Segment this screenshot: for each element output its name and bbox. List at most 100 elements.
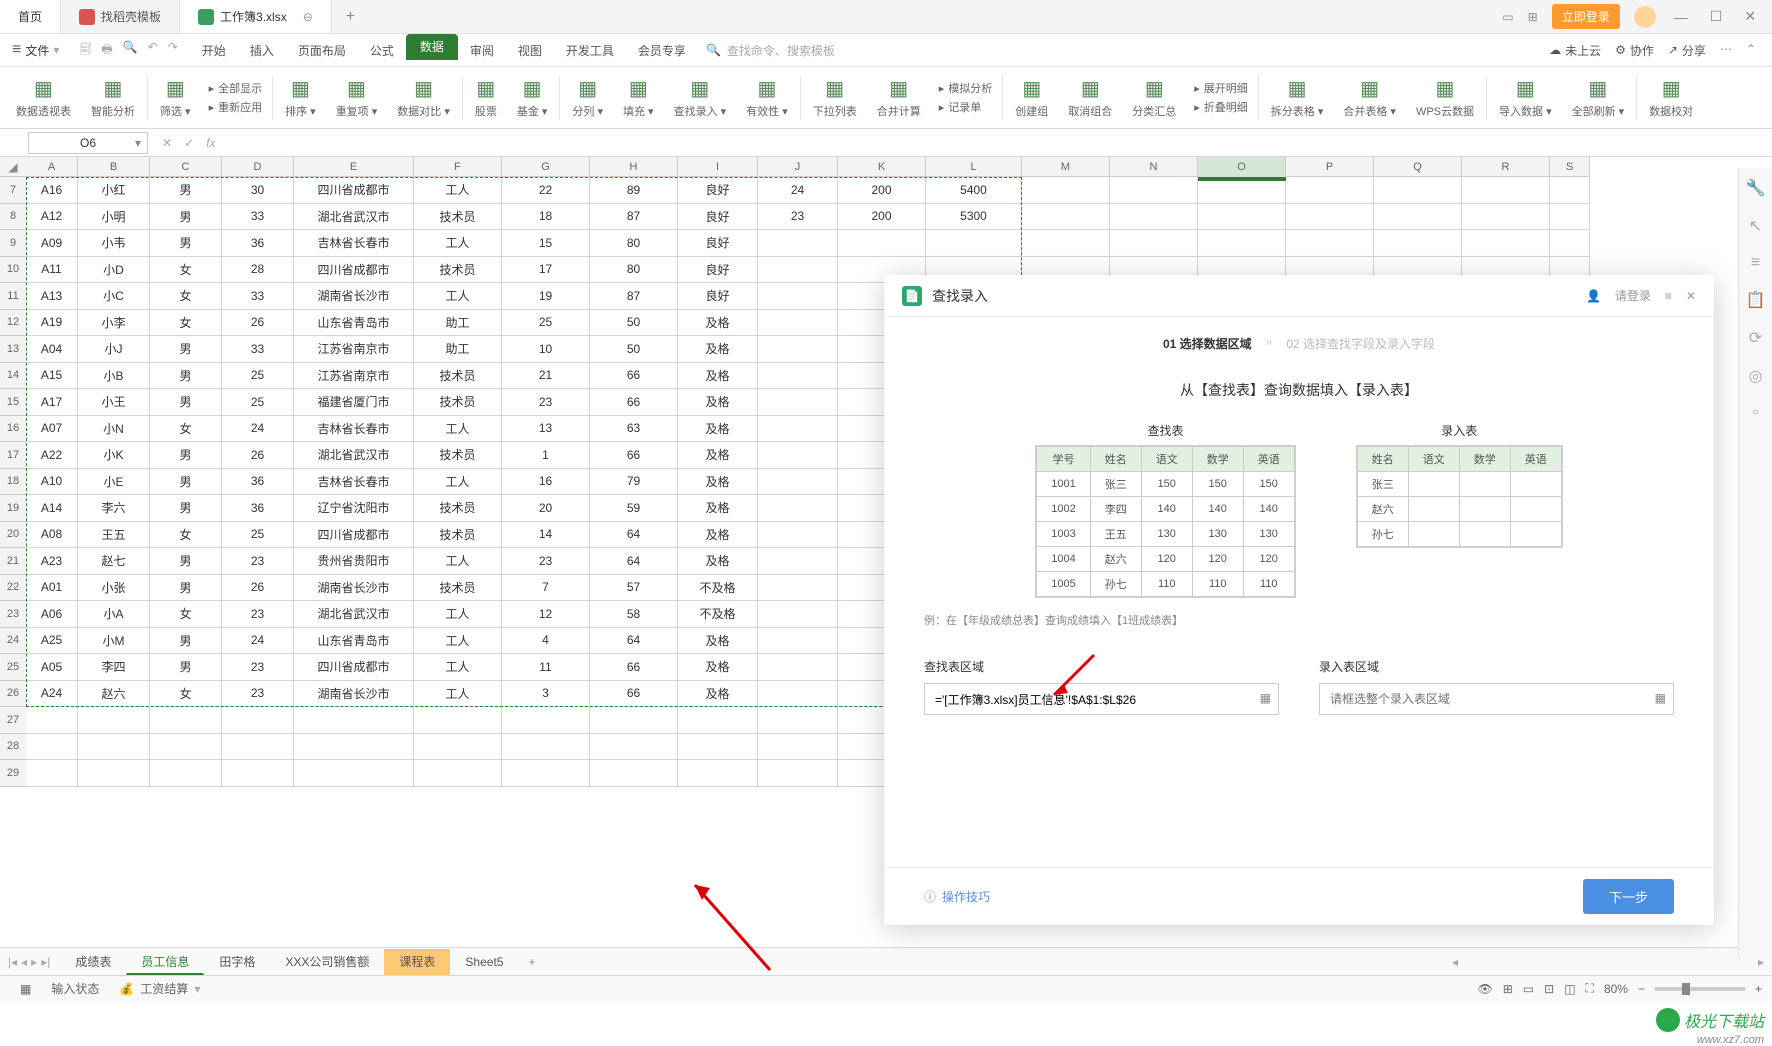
cell[interactable]: A15 — [26, 363, 78, 390]
cell[interactable]: A08 — [26, 522, 78, 549]
ribbon-记录单[interactable]: ▸记录单 — [939, 99, 993, 115]
cell[interactable]: 5300 — [926, 204, 1022, 231]
cell[interactable]: 良好 — [678, 283, 758, 310]
cell[interactable]: A11 — [26, 257, 78, 284]
cell[interactable] — [1198, 177, 1286, 204]
sheet-tab-课程表[interactable]: 课程表 — [384, 949, 450, 975]
cell[interactable] — [758, 734, 838, 761]
range-picker-icon[interactable]: ▦ — [1655, 691, 1666, 705]
row-header[interactable]: 8 — [0, 204, 26, 231]
cell[interactable] — [1374, 204, 1462, 231]
ribbon-重新应用[interactable]: ▸重新应用 — [209, 99, 263, 115]
cell[interactable]: 良好 — [678, 204, 758, 231]
cell[interactable] — [758, 469, 838, 496]
ribbon-智能分析[interactable]: ▦智能分析 — [81, 68, 145, 128]
cell[interactable] — [294, 734, 414, 761]
cell[interactable]: 63 — [590, 416, 678, 443]
cell[interactable]: 66 — [590, 442, 678, 469]
sheet-nav-first-icon[interactable]: |◂ — [8, 955, 17, 969]
layout-icon[interactable]: ▭ — [1502, 10, 1513, 24]
cell[interactable] — [414, 707, 502, 734]
cell[interactable]: 25 — [502, 310, 590, 337]
row-header[interactable]: 11 — [0, 283, 26, 310]
cell[interactable] — [222, 760, 294, 787]
cell[interactable]: 及格 — [678, 336, 758, 363]
cell[interactable]: 及格 — [678, 363, 758, 390]
cell[interactable]: 助工 — [414, 310, 502, 337]
cell[interactable]: 及格 — [678, 548, 758, 575]
ribbon-有效性[interactable]: ▦有效性 ▾ — [736, 68, 798, 128]
cell[interactable] — [678, 760, 758, 787]
formula-input[interactable] — [229, 132, 1772, 154]
cell[interactable]: 山东省青岛市 — [294, 628, 414, 655]
cell[interactable]: 36 — [222, 495, 294, 522]
cell[interactable] — [502, 760, 590, 787]
menu-审阅[interactable]: 审阅 — [458, 34, 506, 67]
cell[interactable]: 及格 — [678, 469, 758, 496]
row-header[interactable]: 24 — [0, 628, 26, 655]
cell[interactable]: A16 — [26, 177, 78, 204]
cell[interactable]: 工人 — [414, 177, 502, 204]
cell[interactable]: 工人 — [414, 601, 502, 628]
cell[interactable]: 26 — [222, 310, 294, 337]
range-picker-icon[interactable]: ▦ — [1260, 691, 1271, 705]
row-header[interactable]: 27 — [0, 707, 26, 734]
cell[interactable]: 男 — [150, 442, 222, 469]
cell[interactable]: 工人 — [414, 230, 502, 257]
cell[interactable]: A23 — [26, 548, 78, 575]
cell[interactable]: 女 — [150, 681, 222, 708]
cell[interactable]: 小红 — [78, 177, 150, 204]
col-header-P[interactable]: P — [1286, 157, 1374, 177]
menubar-collapse-icon[interactable]: ⌃ — [1746, 42, 1756, 59]
cell[interactable]: A12 — [26, 204, 78, 231]
ribbon-展开明细[interactable]: ▸展开明细 — [1194, 80, 1248, 96]
cell[interactable]: A13 — [26, 283, 78, 310]
cell[interactable]: 男 — [150, 628, 222, 655]
cell[interactable]: 及格 — [678, 310, 758, 337]
cell[interactable] — [222, 707, 294, 734]
cell[interactable] — [294, 760, 414, 787]
row-header[interactable]: 14 — [0, 363, 26, 390]
cell[interactable] — [26, 707, 78, 734]
col-header-A[interactable]: A — [26, 157, 78, 177]
cell[interactable]: 24 — [758, 177, 838, 204]
cell[interactable]: 64 — [590, 628, 678, 655]
cell[interactable]: A19 — [26, 310, 78, 337]
cell[interactable]: 小A — [78, 601, 150, 628]
row-header[interactable]: 9 — [0, 230, 26, 257]
cell[interactable]: 3 — [502, 681, 590, 708]
name-box[interactable]: O6 — [28, 132, 148, 154]
cell[interactable]: 87 — [590, 204, 678, 231]
cell[interactable]: 及格 — [678, 654, 758, 681]
menu-开发工具[interactable]: 开发工具 — [554, 34, 626, 67]
cell[interactable] — [294, 707, 414, 734]
cell[interactable]: 23 — [758, 204, 838, 231]
share-button[interactable]: ↗分享 — [1668, 42, 1706, 59]
cell[interactable] — [78, 760, 150, 787]
fx-icon[interactable]: fx — [206, 136, 215, 150]
cell[interactable] — [1286, 230, 1374, 257]
col-header-H[interactable]: H — [590, 157, 678, 177]
ribbon-拆分表格[interactable]: ▦拆分表格 ▾ — [1261, 68, 1334, 128]
cell[interactable] — [590, 760, 678, 787]
row-header[interactable]: 17 — [0, 442, 26, 469]
cell[interactable]: A04 — [26, 336, 78, 363]
ribbon-全部显示[interactable]: ▸全部显示 — [209, 80, 263, 96]
cell[interactable]: 湖南省长沙市 — [294, 283, 414, 310]
cell[interactable]: 福建省厦门市 — [294, 389, 414, 416]
row-header[interactable]: 12 — [0, 310, 26, 337]
ribbon-数据对比[interactable]: ▦数据对比 ▾ — [387, 68, 460, 128]
menu-视图[interactable]: 视图 — [506, 34, 554, 67]
cell[interactable]: 1 — [502, 442, 590, 469]
cell[interactable]: 工人 — [414, 681, 502, 708]
cell[interactable]: 小张 — [78, 575, 150, 602]
cell[interactable]: A25 — [26, 628, 78, 655]
zoom-slider[interactable] — [1655, 987, 1745, 991]
zoom-thumb[interactable] — [1682, 983, 1690, 995]
cloud-status[interactable]: ☁未上云 — [1549, 42, 1601, 59]
zoom-value[interactable]: 80% — [1604, 982, 1628, 996]
cell[interactable] — [1462, 177, 1550, 204]
maximize-button[interactable]: ☐ — [1706, 8, 1727, 25]
cell[interactable]: 17 — [502, 257, 590, 284]
cell[interactable] — [838, 230, 926, 257]
